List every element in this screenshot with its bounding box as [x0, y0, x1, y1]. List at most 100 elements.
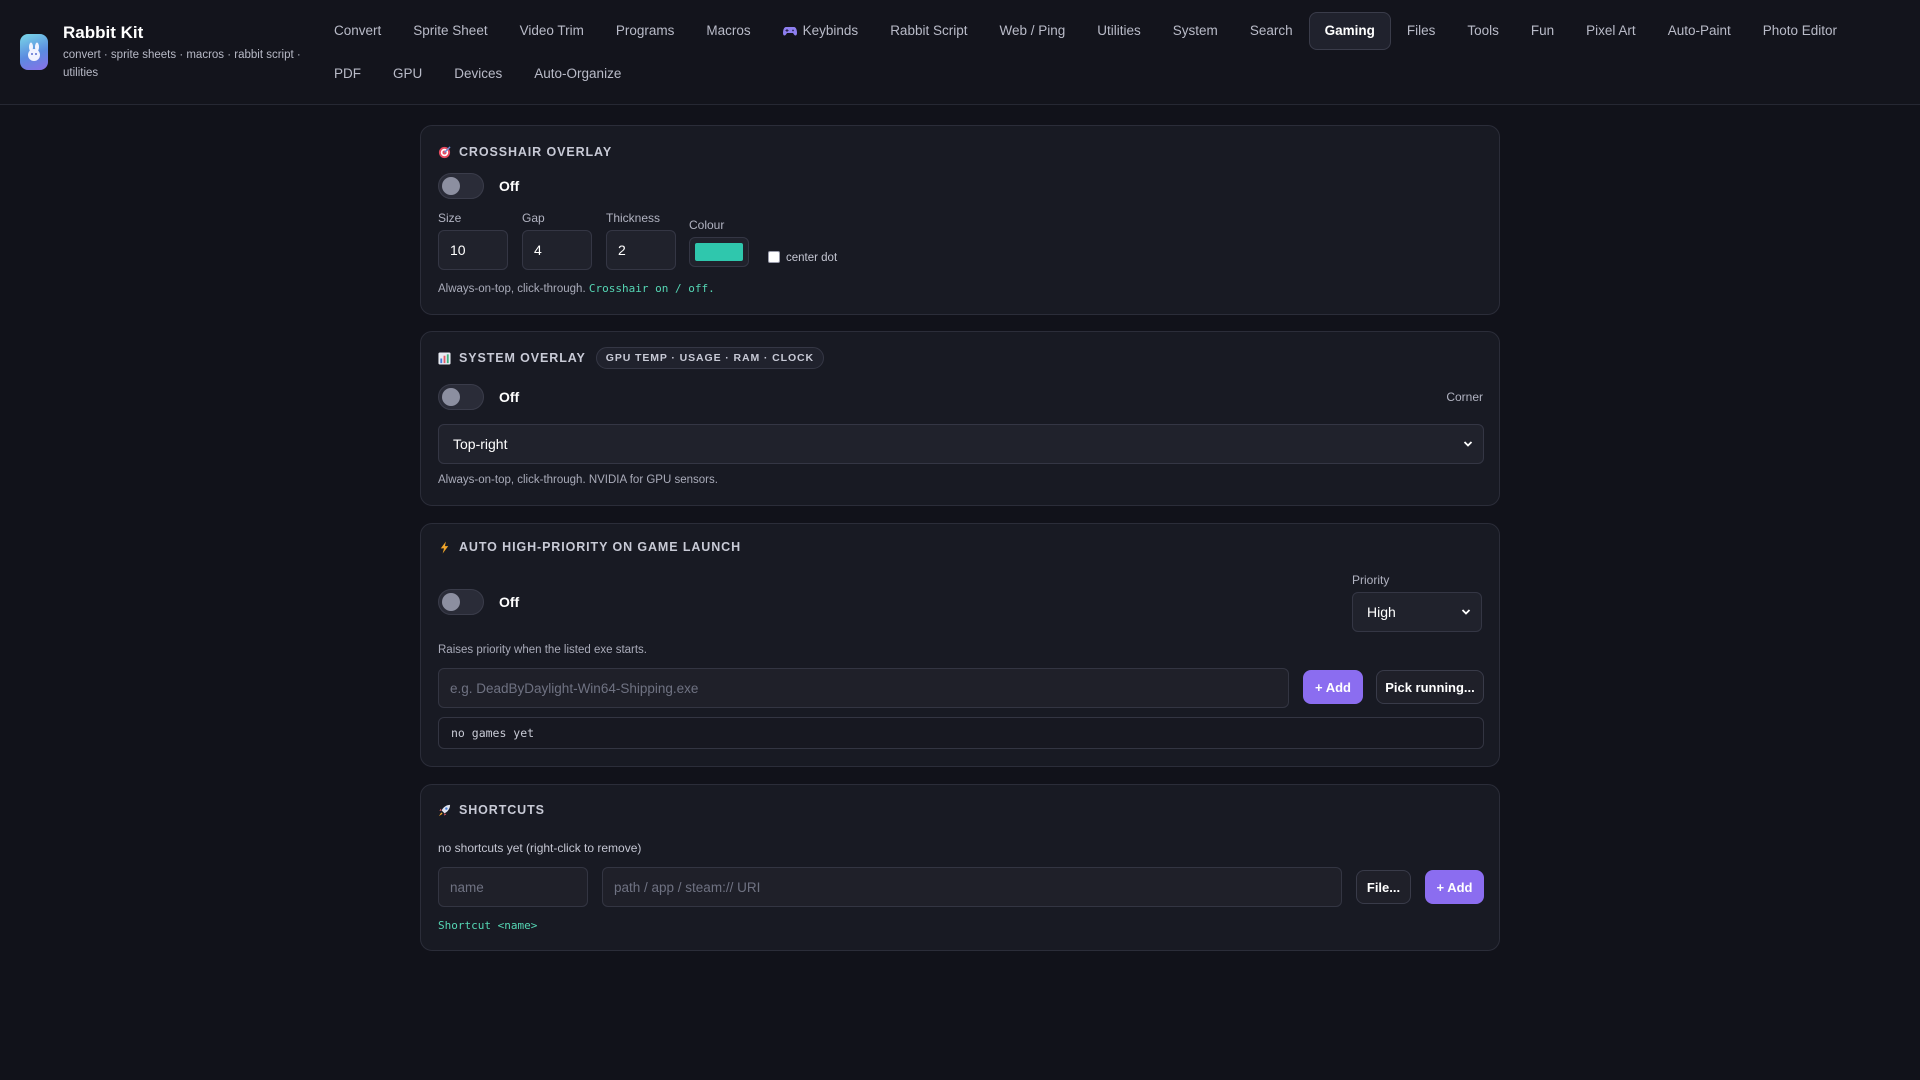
- tab-rabbit-script[interactable]: Rabbit Script: [874, 12, 983, 50]
- app-header: Rabbit Kit convert · sprite sheets · mac…: [0, 0, 1920, 105]
- add-shortcut-button[interactable]: + Add: [1425, 870, 1484, 904]
- tab-web-ping[interactable]: Web / Ping: [983, 12, 1081, 50]
- auto-priority-title: AUTO HIGH-PRIORITY ON GAME LAUNCH: [438, 540, 741, 554]
- size-input[interactable]: 10: [438, 230, 508, 270]
- shortcut-path-input[interactable]: [602, 867, 1342, 907]
- tab-label: PDF: [334, 66, 361, 81]
- tab-files[interactable]: Files: [1391, 12, 1452, 50]
- priority-label: Priority: [1352, 573, 1390, 587]
- tab-gpu[interactable]: GPU: [377, 55, 438, 93]
- tab-label: Gaming: [1324, 23, 1375, 38]
- auto-priority-hint: Raises priority when the listed exe star…: [438, 644, 648, 656]
- system-overlay-toggle[interactable]: [438, 384, 484, 410]
- tab-gaming[interactable]: Gaming: [1308, 12, 1391, 50]
- hint-text: Always-on-top, click-through.: [438, 283, 586, 295]
- auto-priority-card: AUTO HIGH-PRIORITY ON GAME LAUNCH Priori…: [420, 523, 1500, 767]
- crosshair-title: CROSSHAIR OVERLAY: [438, 145, 612, 159]
- tab-utilities[interactable]: Utilities: [1081, 12, 1157, 50]
- tab-search[interactable]: Search: [1234, 12, 1309, 50]
- auto-priority-toggle-state: Off: [499, 594, 520, 610]
- main-nav: Convert Sprite Sheet Video Trim Programs…: [318, 12, 1918, 98]
- corner-select-value: Top-right: [453, 436, 508, 452]
- tab-keybinds[interactable]: Keybinds: [767, 12, 875, 50]
- thickness-label: Thickness: [606, 211, 661, 225]
- hint-command: Crosshair on / off.: [588, 282, 715, 295]
- system-overlay-toggle-row: Off: [438, 384, 519, 410]
- sensor-pill: GPU TEMP · USAGE · RAM · CLOCK: [595, 347, 824, 369]
- tab-label: Pixel Art: [1586, 23, 1636, 38]
- tab-label: Utilities: [1097, 23, 1141, 38]
- tab-devices[interactable]: Devices: [438, 55, 518, 93]
- tab-video-trim[interactable]: Video Trim: [504, 12, 600, 50]
- system-overlay-title: SYSTEM OVERLAY GPU TEMP · USAGE · RAM · …: [438, 347, 824, 369]
- tab-macros[interactable]: Macros: [690, 12, 766, 50]
- nav-row-1: Convert Sprite Sheet Video Trim Programs…: [318, 12, 1918, 50]
- tab-label: Keybinds: [802, 23, 859, 38]
- gap-label: Gap: [522, 211, 545, 225]
- games-list: no games yet: [438, 717, 1484, 749]
- colour-picker[interactable]: [689, 237, 749, 267]
- tab-tools[interactable]: Tools: [1451, 12, 1515, 50]
- card-title-text: AUTO HIGH-PRIORITY ON GAME LAUNCH: [459, 540, 742, 554]
- gap-input[interactable]: 4: [522, 230, 592, 270]
- priority-select[interactable]: High: [1352, 592, 1482, 632]
- crosshair-hint: Always-on-top, click-through. Crosshair …: [438, 282, 715, 295]
- tab-label: GPU: [393, 66, 423, 81]
- tab-system[interactable]: System: [1157, 12, 1234, 50]
- tab-fun[interactable]: Fun: [1515, 12, 1570, 50]
- tab-photo-editor[interactable]: Photo Editor: [1747, 12, 1853, 50]
- bar-chart-icon: [438, 351, 451, 365]
- tab-label: Web / Ping: [999, 23, 1066, 38]
- app-title: Rabbit Kit: [63, 23, 144, 42]
- tab-pixel-art[interactable]: Pixel Art: [1570, 12, 1652, 50]
- tab-label: Programs: [615, 23, 675, 38]
- auto-priority-toggle-row: Off: [438, 589, 519, 615]
- shortcut-name-input[interactable]: [438, 867, 588, 907]
- colour-label: Colour: [689, 218, 725, 232]
- shortcuts-card: SHORTCUTS no shortcuts yet (right-click …: [420, 784, 1500, 951]
- tab-convert[interactable]: Convert: [318, 12, 397, 50]
- tab-auto-paint[interactable]: Auto-Paint: [1652, 12, 1747, 50]
- tab-label: Auto-Organize: [534, 66, 622, 81]
- chevron-down-icon: [1461, 609, 1471, 615]
- tab-label: Tools: [1467, 23, 1499, 38]
- app-subtitle: convert · sprite sheets · macros · rabbi…: [63, 49, 301, 79]
- tab-label: Macros: [706, 23, 751, 38]
- crosshair-toggle-row: Off: [438, 173, 519, 199]
- tab-auto-organize[interactable]: Auto-Organize: [518, 55, 637, 93]
- lightning-icon: [440, 540, 449, 554]
- rocket-icon: [438, 804, 451, 816]
- tab-label: Search: [1249, 23, 1293, 38]
- colour-swatch: [695, 243, 743, 261]
- pick-running-button[interactable]: Pick running...: [1376, 670, 1484, 704]
- tab-label: Devices: [454, 66, 503, 81]
- crosshair-toggle[interactable]: [438, 173, 484, 199]
- tab-label: System: [1172, 23, 1218, 38]
- tab-label: Sprite Sheet: [413, 23, 488, 38]
- shortcuts-title: SHORTCUTS: [438, 803, 545, 817]
- priority-select-value: High: [1367, 604, 1396, 620]
- size-label: Size: [438, 211, 462, 225]
- tab-label: Files: [1406, 23, 1436, 38]
- center-dot-checkbox[interactable]: [768, 251, 780, 263]
- tab-programs[interactable]: Programs: [600, 12, 691, 50]
- thickness-input[interactable]: 2: [606, 230, 676, 270]
- target-icon: [438, 145, 451, 158]
- auto-priority-toggle[interactable]: [438, 589, 484, 615]
- tab-label: Photo Editor: [1762, 23, 1838, 38]
- tab-label: Video Trim: [519, 23, 584, 38]
- crosshair-card: CROSSHAIR OVERLAY Off Size 10 Gap 4 Thic…: [420, 125, 1500, 315]
- gamepad-icon: [782, 26, 797, 35]
- tab-pdf[interactable]: PDF: [318, 55, 377, 93]
- add-game-button[interactable]: + Add: [1303, 670, 1363, 704]
- card-title-text: SHORTCUTS: [459, 803, 545, 817]
- rabbit-logo-icon: [20, 34, 48, 70]
- exe-name-input[interactable]: [438, 668, 1289, 708]
- file-browse-button[interactable]: File...: [1356, 870, 1411, 904]
- shortcuts-hint: Shortcut <name>: [438, 919, 537, 932]
- tab-sprite-sheet[interactable]: Sprite Sheet: [397, 12, 503, 50]
- card-title-text: SYSTEM OVERLAY: [459, 351, 586, 365]
- hint-command: Shortcut <name>: [438, 919, 538, 932]
- corner-select[interactable]: Top-right: [438, 424, 1484, 464]
- card-title-text: CROSSHAIR OVERLAY: [459, 145, 613, 159]
